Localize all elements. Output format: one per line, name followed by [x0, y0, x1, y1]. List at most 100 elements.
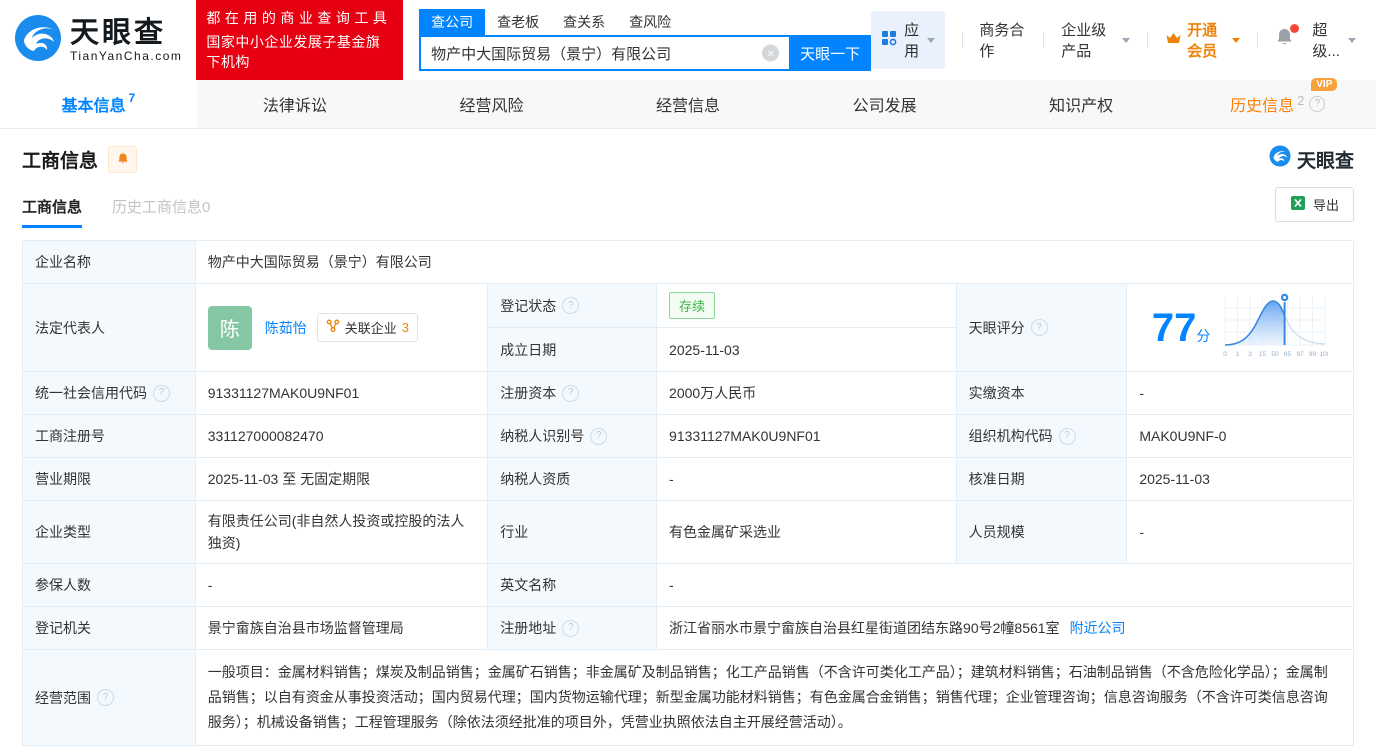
tianyancha-logo[interactable]: 天眼查 TianYanCha.com	[14, 14, 182, 67]
tab-business-risk[interactable]: 经营风险	[393, 80, 590, 128]
english-name-label: 英文名称	[488, 564, 658, 607]
apps-label: 应用	[904, 22, 920, 60]
help-icon[interactable]: ?	[562, 619, 580, 637]
business-term-value: 2025-11-03 至 无固定期限	[195, 458, 489, 501]
score-number: 77	[1151, 305, 1197, 350]
table-row: 登记机关 景宁畲族自治县市场监督管理局 注册地址 ? 浙江省丽水市景宁畲族自治县…	[23, 607, 1354, 650]
unified-code-value: 91331127MAK0U9NF01	[195, 372, 489, 415]
divider	[1256, 32, 1258, 48]
score-value[interactable]: 77分 0 1 3 15 50 85 97 99 10	[1127, 284, 1354, 372]
monitor-bell-button[interactable]	[108, 145, 138, 173]
legal-rep-value: 陈 陈茹怡 关联企业 3	[195, 284, 489, 372]
help-icon[interactable]: ?	[590, 427, 608, 445]
notifications-button[interactable]	[1274, 24, 1300, 53]
paid-capital-label: 实缴资本	[956, 372, 1128, 415]
help-icon[interactable]: ?	[97, 689, 114, 706]
table-row: 营业期限 2025-11-03 至 无固定期限 纳税人资质 - 核准日期 202…	[23, 458, 1354, 501]
reg-address-value: 浙江省丽水市景宁畲族自治县红星街道团结东路90号2幢8561室 附近公司	[657, 607, 1354, 650]
clear-icon[interactable]: ×	[762, 44, 780, 62]
help-icon[interactable]: ?	[153, 384, 170, 402]
search-tab-relation[interactable]: 查关系	[551, 9, 617, 35]
help-icon[interactable]: ?	[562, 297, 580, 314]
search-tab-boss[interactable]: 查老板	[485, 9, 551, 35]
reg-address-label: 注册地址 ?	[488, 607, 658, 650]
menu-open-membership[interactable]: 开通会员	[1165, 19, 1240, 61]
tab-company-development[interactable]: 公司发展	[786, 80, 983, 128]
taxpayer-qualification-label: 纳税人资质	[488, 458, 658, 501]
reg-capital-value: 2000万人民币	[657, 372, 957, 415]
reg-authority-value: 景宁畲族自治县市场监督管理局	[195, 607, 489, 650]
legal-rep-label: 法定代表人	[23, 284, 196, 372]
brand-name: 天眼查	[70, 16, 167, 49]
insured-count-label: 参保人数	[23, 564, 196, 607]
subtab-history-registration[interactable]: 历史工商信息0	[112, 196, 210, 228]
reg-status-value: 存续	[657, 284, 957, 328]
search-button[interactable]: 天眼一下	[789, 35, 872, 71]
paid-capital-value: -	[1127, 372, 1354, 415]
tab-history-info[interactable]: 历史信息 VIP 2 ?	[1179, 78, 1376, 128]
vip-badge: VIP	[1311, 78, 1338, 91]
reg-authority-label: 登记机关	[23, 607, 196, 650]
svg-text:3: 3	[1249, 351, 1253, 358]
svg-text:85: 85	[1284, 351, 1292, 358]
apps-button[interactable]: 应用	[871, 11, 945, 69]
watermark-logo-icon	[1269, 145, 1291, 173]
legal-rep-avatar[interactable]: 陈	[207, 305, 252, 350]
tab-basic-info[interactable]: 基本信息 7	[0, 80, 197, 128]
company-name-value: 物产中大国际贸易（景宁）有限公司	[195, 241, 1354, 284]
taxpayer-id-value: 91331127MAK0U9NF01	[657, 415, 957, 458]
table-row: 法定代表人 陈 陈茹怡 关联企业 3 登记状态 ? 存续 天眼评分 ? 77分 …	[23, 284, 1354, 372]
search-tab-company[interactable]: 查公司	[419, 9, 486, 35]
staff-size-value: -	[1127, 501, 1354, 564]
table-row: 经营范围 ? 一般项目：金属材料销售；煤炭及制品销售；金属矿石销售；非金属矿及制…	[23, 650, 1354, 746]
nearby-companies-link[interactable]: 附近公司	[1070, 618, 1126, 638]
top-menu: 应用 商务合作 企业级产品 开通会员 超级...	[871, 11, 1356, 69]
score-distribution-chart: 0 1 3 15 50 85 97 99 100	[1222, 290, 1331, 365]
business-term-label: 营业期限	[23, 458, 196, 501]
help-icon[interactable]: ?	[1309, 96, 1326, 112]
taxpayer-id-label: 纳税人识别号 ?	[488, 415, 658, 458]
svg-text:97: 97	[1297, 351, 1305, 358]
tab-business-info[interactable]: 经营信息	[590, 80, 787, 128]
excel-icon	[1290, 195, 1306, 214]
menu-enterprise-products[interactable]: 企业级产品	[1061, 19, 1131, 61]
tab-count: 7	[128, 91, 136, 105]
svg-text:99: 99	[1309, 351, 1317, 358]
org-code-label: 组织机构代码 ?	[956, 415, 1128, 458]
notification-dot	[1290, 24, 1300, 33]
table-row: 统一社会信用代码 ? 91331127MAK0U9NF01 注册资本 ? 200…	[23, 372, 1354, 415]
svg-text:15: 15	[1259, 351, 1267, 358]
svg-text:0: 0	[1224, 351, 1228, 358]
svg-text:1: 1	[1236, 351, 1240, 358]
insured-count-value: -	[195, 564, 489, 607]
help-icon[interactable]: ?	[1030, 319, 1048, 336]
user-menu[interactable]: 超级...	[1312, 19, 1356, 61]
tianyancha-logo-icon	[14, 14, 62, 67]
establish-date-label: 成立日期	[488, 328, 658, 372]
chevron-down-icon	[1231, 37, 1240, 43]
legal-rep-name-link[interactable]: 陈茹怡	[265, 318, 307, 338]
username: 超级...	[1312, 22, 1340, 60]
apps-grid-icon	[881, 30, 897, 50]
table-row: 企业名称 物产中大国际贸易（景宁）有限公司	[23, 241, 1354, 284]
help-icon[interactable]: ?	[562, 384, 580, 402]
tab-intellectual-property[interactable]: 知识产权	[983, 80, 1180, 128]
export-button[interactable]: 导出	[1274, 187, 1354, 222]
search-input[interactable]	[419, 35, 790, 71]
divider	[1147, 32, 1149, 48]
menu-cooperation[interactable]: 商务合作	[979, 19, 1026, 61]
subtab-business-registration[interactable]: 工商信息	[22, 196, 83, 228]
score-label: 天眼评分 ?	[956, 284, 1128, 372]
monitor-bell-icon	[117, 153, 128, 164]
tab-legal-proceedings[interactable]: 法律诉讼	[197, 80, 394, 128]
help-icon[interactable]: ?	[1058, 427, 1076, 445]
search-tab-risk[interactable]: 查风险	[617, 9, 683, 35]
promo-line2: 国家中小企业发展子基金旗下机构	[206, 34, 381, 70]
divider	[961, 32, 963, 48]
related-companies-badge[interactable]: 关联企业 3	[316, 313, 418, 342]
org-code-value: MAK0U9NF-0	[1127, 415, 1354, 458]
watermark-logo: 天眼查	[1269, 145, 1354, 173]
svg-text:100: 100	[1320, 351, 1328, 358]
related-companies-icon	[326, 319, 340, 336]
business-scope-value: 一般项目：金属材料销售；煤炭及制品销售；金属矿石销售；非金属矿及制品销售；化工产…	[195, 650, 1354, 746]
